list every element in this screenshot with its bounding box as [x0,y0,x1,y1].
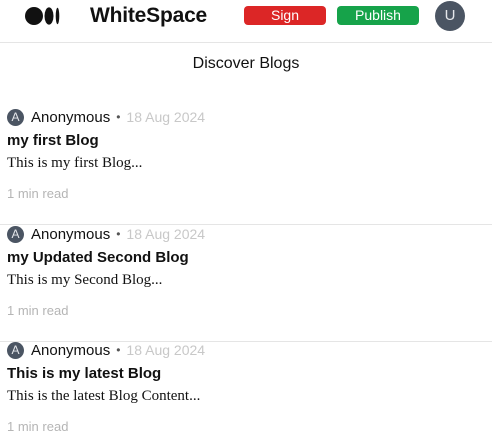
author-avatar: A [7,225,24,243]
author-avatar: A [7,108,24,126]
user-avatar[interactable]: U [435,1,465,31]
author-name: Anonymous [31,225,111,243]
post-meta: A Anonymous • 18 Aug 2024 [7,341,205,359]
meta-separator: • [116,227,121,241]
meta-separator: • [116,343,121,357]
post-meta: A Anonymous • 18 Aug 2024 [7,225,205,243]
page-title: Discover Blogs [192,55,300,72]
read-time: 1 min read [7,419,69,434]
author-name: Anonymous [31,108,111,126]
post-excerpt: This is the latest Blog Content... [7,388,201,404]
post-date: 18 Aug 2024 [126,342,206,358]
medium-logo-icon[interactable] [25,7,61,25]
author-avatar: A [7,341,24,359]
post-excerpt: This is my Second Blog... [7,272,163,288]
meta-separator: • [116,110,121,124]
post-date: 18 Aug 2024 [126,226,206,242]
brand-name[interactable]: WhiteSpace [90,4,207,28]
post-title: This is my latest Blog [7,365,162,382]
publish-button[interactable]: Publish [337,6,419,25]
read-time: 1 min read [7,186,69,201]
post-meta: A Anonymous • 18 Aug 2024 [7,108,205,126]
blog-card[interactable]: A Anonymous • 18 Aug 2024 my Updated Sec… [0,225,492,342]
post-excerpt: This is my first Blog... [7,155,143,171]
read-time: 1 min read [7,303,69,318]
post-title: my Updated Second Blog [7,249,189,266]
blog-card[interactable]: A Anonymous • 18 Aug 2024 my first Blog … [0,108,492,225]
sign-button[interactable]: Sign [244,6,326,25]
post-title: my first Blog [7,132,99,149]
post-date: 18 Aug 2024 [126,109,206,125]
blog-card[interactable]: A Anonymous • 18 Aug 2024 This is my lat… [0,341,492,448]
author-name: Anonymous [31,341,111,359]
app-header: WhiteSpace Sign Publish U [0,0,492,43]
